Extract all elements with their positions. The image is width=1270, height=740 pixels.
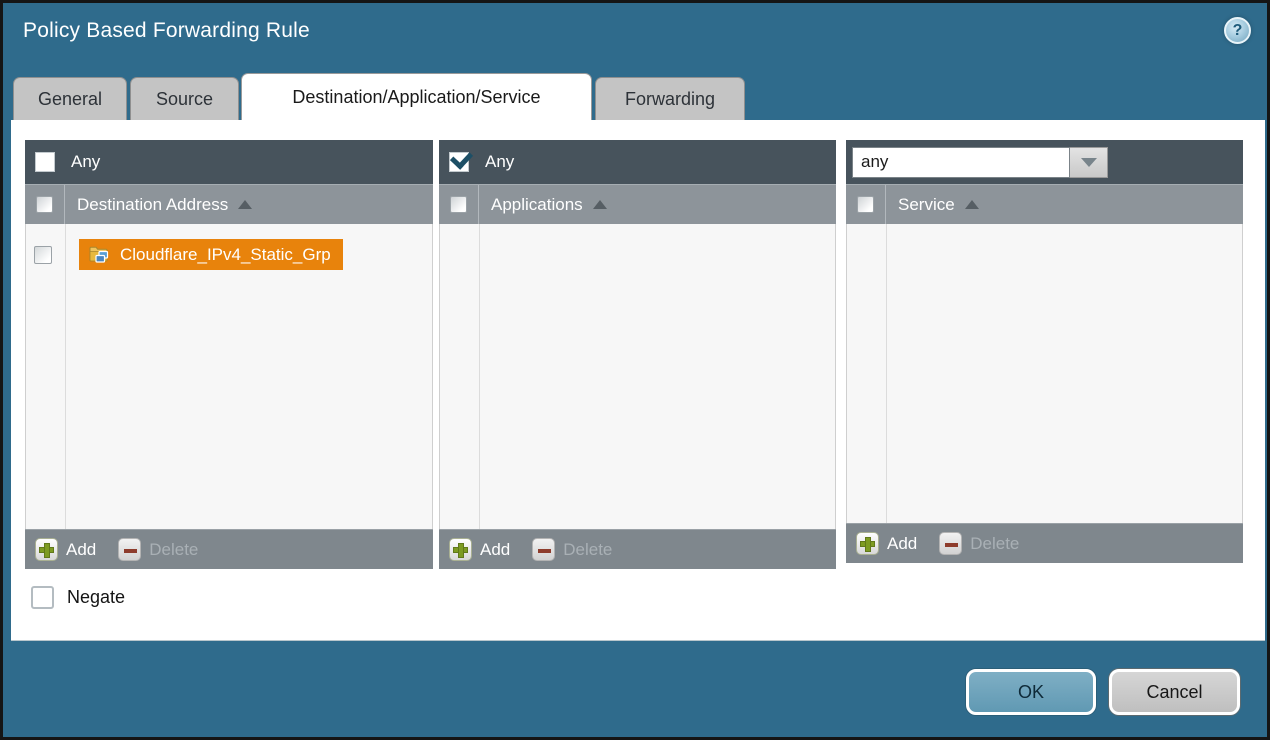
applications-add-button[interactable]: Add <box>449 538 510 561</box>
applications-any-checkbox[interactable] <box>449 152 469 172</box>
destination-address-list: Cloudflare_IPv4_Static_Grp <box>25 224 433 529</box>
minus-icon <box>939 532 962 555</box>
destination-any-checkbox[interactable] <box>35 152 55 172</box>
destination-any-label: Any <box>71 152 100 172</box>
destination-delete-button[interactable]: Delete <box>118 538 198 561</box>
destination-address-header: Destination Address <box>25 184 433 224</box>
minus-icon <box>532 538 555 561</box>
cancel-button[interactable]: Cancel <box>1109 669 1240 715</box>
negate-row: Negate <box>31 586 125 609</box>
destination-select-all-checkbox[interactable] <box>36 196 53 213</box>
sort-ascending-icon[interactable] <box>965 200 979 209</box>
plus-icon <box>856 532 879 555</box>
sort-ascending-icon[interactable] <box>593 200 607 209</box>
service-panel: any Service Add Delete <box>846 140 1243 563</box>
destination-address-column-label[interactable]: Destination Address <box>77 195 228 215</box>
service-add-button[interactable]: Add <box>856 532 917 555</box>
service-type-dropdown-button[interactable] <box>1070 147 1108 178</box>
applications-column-label[interactable]: Applications <box>491 195 583 215</box>
tab-general[interactable]: General <box>13 77 127 120</box>
destination-add-button[interactable]: Add <box>35 538 96 561</box>
sort-ascending-icon[interactable] <box>238 200 252 209</box>
service-type-dropdown[interactable]: any <box>852 147 1108 178</box>
applications-delete-button[interactable]: Delete <box>532 538 612 561</box>
address-group-entry[interactable]: Cloudflare_IPv4_Static_Grp <box>79 239 343 270</box>
chevron-down-icon <box>1081 158 1097 167</box>
ok-button[interactable]: OK <box>966 669 1096 715</box>
add-button-label: Add <box>887 534 917 554</box>
service-footer-bar: Add Delete <box>846 523 1243 563</box>
service-header: Service <box>846 184 1243 224</box>
address-group-name: Cloudflare_IPv4_Static_Grp <box>120 245 331 265</box>
tab-forwarding[interactable]: Forwarding <box>595 77 745 120</box>
delete-button-label: Delete <box>970 534 1019 554</box>
negate-checkbox[interactable] <box>31 586 54 609</box>
service-column-label[interactable]: Service <box>898 195 955 215</box>
destination-footer-bar: Add Delete <box>25 529 433 569</box>
service-select-all-checkbox[interactable] <box>857 196 874 213</box>
minus-icon <box>118 538 141 561</box>
service-list <box>846 224 1243 523</box>
help-icon[interactable]: ? <box>1224 17 1251 44</box>
service-delete-button[interactable]: Delete <box>939 532 1019 555</box>
pbf-rule-dialog: Policy Based Forwarding Rule ? General S… <box>0 0 1270 740</box>
negate-label: Negate <box>67 587 125 608</box>
tab-source[interactable]: Source <box>130 77 239 120</box>
plus-icon <box>35 538 58 561</box>
tab-content: Any Destination Address <box>11 120 1265 641</box>
tab-destination-application-service[interactable]: Destination/Application/Service <box>241 73 592 120</box>
applications-select-all-checkbox[interactable] <box>450 196 467 213</box>
tab-bar: General Source Destination/Application/S… <box>11 73 745 120</box>
row-checkbox[interactable] <box>34 246 52 264</box>
delete-button-label: Delete <box>563 540 612 560</box>
dialog-title: Policy Based Forwarding Rule <box>23 19 310 43</box>
applications-any-bar: Any <box>439 140 836 184</box>
table-row: Cloudflare_IPv4_Static_Grp <box>26 239 432 270</box>
service-type-dropdown-value[interactable]: any <box>852 147 1070 178</box>
applications-header: Applications <box>439 184 836 224</box>
plus-icon <box>449 538 472 561</box>
applications-any-label: Any <box>485 152 514 172</box>
applications-panel: Any Applications Add Delete <box>439 140 836 569</box>
applications-footer-bar: Add Delete <box>439 529 836 569</box>
add-button-label: Add <box>480 540 510 560</box>
applications-list <box>439 224 836 529</box>
service-any-bar: any <box>846 140 1243 184</box>
delete-button-label: Delete <box>149 540 198 560</box>
address-group-icon <box>89 246 111 264</box>
destination-address-panel: Any Destination Address <box>25 140 433 569</box>
add-button-label: Add <box>66 540 96 560</box>
destination-any-bar: Any <box>25 140 433 184</box>
